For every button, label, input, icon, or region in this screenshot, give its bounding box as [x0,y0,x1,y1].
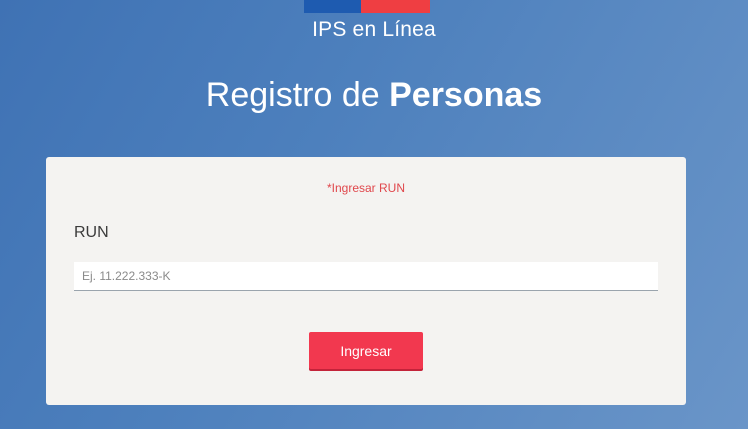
registration-card: *Ingresar RUN RUN Ingresar [46,157,686,405]
flag-stripe [304,0,430,13]
ingresar-button[interactable]: Ingresar [309,332,423,369]
page-title-regular: Registro de [205,76,390,114]
flag-blue-segment [304,0,361,13]
flag-red-segment [361,0,430,13]
brand-name: IPS en Línea [312,18,436,41]
run-input[interactable] [74,262,658,291]
required-run-message: *Ingresar RUN [326,181,406,195]
page-title-bold: Personas [389,76,543,114]
run-label: RUN [74,224,109,241]
page-title: Registro de Personas [0,76,748,115]
